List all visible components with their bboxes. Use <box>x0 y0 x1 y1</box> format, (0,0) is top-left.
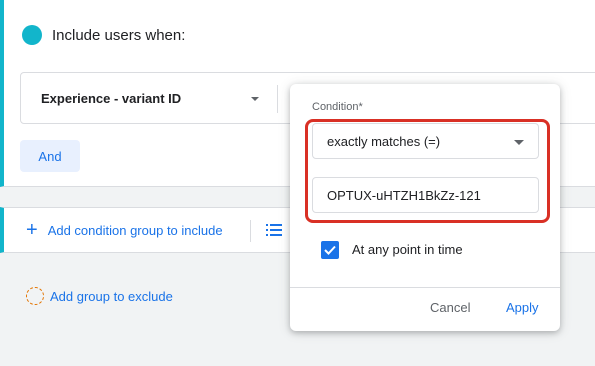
add-condition-group-include-button[interactable]: + Add condition group to include <box>26 208 223 252</box>
plus-icon: + <box>26 219 38 241</box>
cancel-button[interactable]: Cancel <box>430 300 470 315</box>
include-indicator-icon <box>22 25 42 45</box>
add-condition-group-include-label: Add condition group to include <box>47 222 223 238</box>
exclude-dashed-circle-icon <box>26 287 44 305</box>
apply-button[interactable]: Apply <box>506 300 539 315</box>
add-group-exclude-button[interactable]: Add group to exclude <box>26 287 173 305</box>
condition-popup: Condition* exactly matches (=) At any po… <box>290 84 560 331</box>
add-group-exclude-label: Add group to exclude <box>50 288 173 304</box>
condition-label: Condition* <box>312 101 363 113</box>
operator-value: exactly matches (=) <box>327 133 441 149</box>
chevron-down-icon <box>514 140 524 145</box>
actions-divider <box>250 220 251 242</box>
and-button[interactable]: And <box>20 140 80 172</box>
operator-select[interactable]: exactly matches (=) <box>312 123 539 159</box>
at-any-point-label: At any point in time <box>352 242 463 257</box>
condition-value-input[interactable] <box>312 177 539 213</box>
popup-divider <box>290 287 560 288</box>
checkmark-icon <box>324 245 336 255</box>
dimension-select[interactable]: Experience - variant ID <box>41 73 281 123</box>
list-icon[interactable] <box>266 223 282 237</box>
include-header: Include users when: <box>22 25 185 45</box>
dimension-label: Experience - variant ID <box>41 90 182 106</box>
dimension-caret-icon[interactable] <box>251 97 259 101</box>
at-any-point-checkbox[interactable] <box>321 241 339 259</box>
row-divider <box>277 85 278 113</box>
include-title: Include users when: <box>52 26 186 44</box>
